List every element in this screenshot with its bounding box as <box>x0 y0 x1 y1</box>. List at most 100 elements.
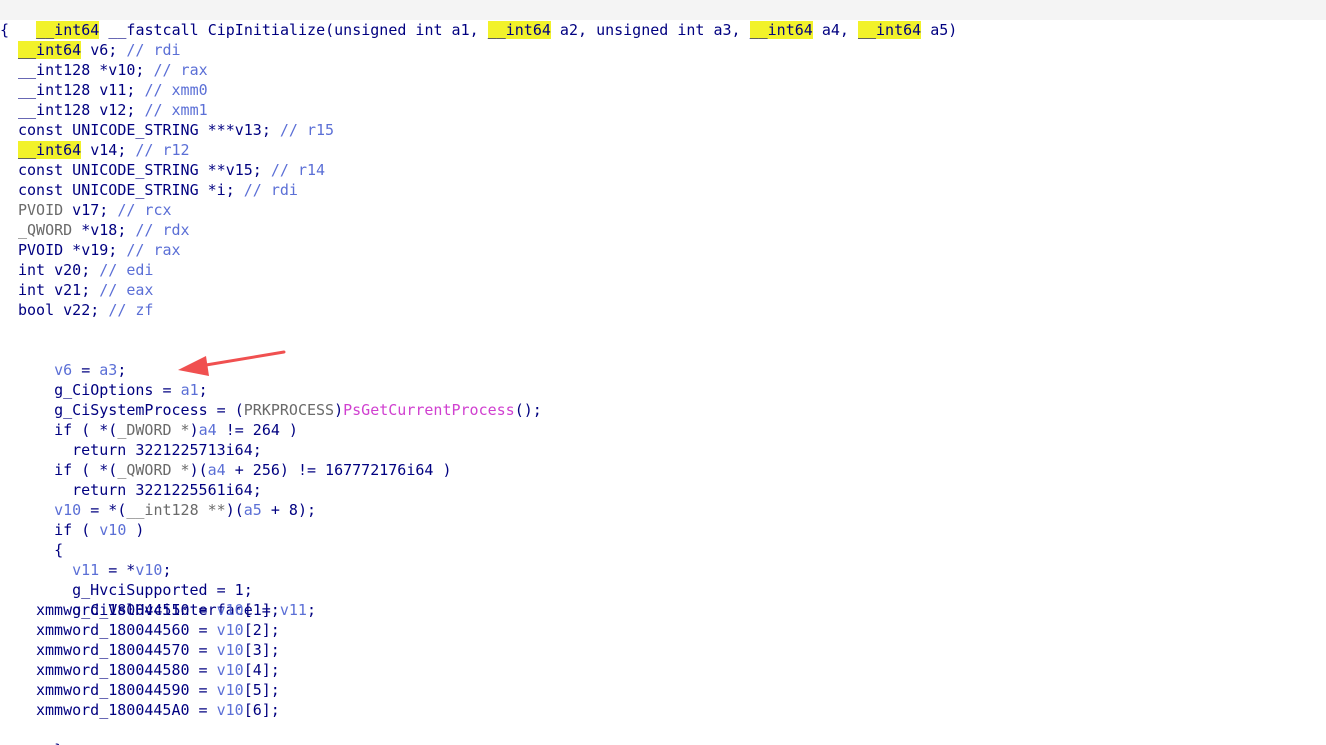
decl-variable[interactable]: v21; <box>45 281 99 299</box>
declaration-line[interactable]: PVOID v17; // rcx <box>0 200 1326 220</box>
decl-variable[interactable]: *i; <box>199 181 244 199</box>
declaration-line[interactable]: const UNICODE_STRING *i; // rdi <box>0 180 1326 200</box>
global-g-cioptions[interactable]: g_CiOptions <box>54 381 153 399</box>
decl-type[interactable]: __int64 <box>18 41 82 59</box>
declaration-line[interactable]: PVOID *v19; // rax <box>0 240 1326 260</box>
decl-type[interactable]: __int128 <box>18 101 90 119</box>
code-line[interactable]: v6 = a3; <box>0 340 1326 379</box>
decl-type[interactable]: __int128 <box>18 61 90 79</box>
decl-variable[interactable]: v11; <box>90 81 144 99</box>
decl-type[interactable]: PVOID <box>18 201 63 219</box>
global-g-hvcisupported[interactable]: g_HvciSupported = 1; <box>72 581 253 599</box>
return-type[interactable]: __int64 <box>36 21 100 39</box>
var-v10[interactable]: v10 <box>217 641 244 659</box>
declaration-line[interactable]: bool v22; // zf <box>0 300 1326 320</box>
var-a4[interactable]: a4 <box>208 461 226 479</box>
var-a1[interactable]: a1 <box>181 381 199 399</box>
call-parens: (); <box>514 401 542 419</box>
declaration-line[interactable]: __int128 *v10; // rax <box>0 60 1326 80</box>
function-name[interactable]: CipInitialize <box>208 21 325 39</box>
var-v10[interactable]: v10 <box>217 701 244 719</box>
var-v11[interactable]: v11 <box>72 561 99 579</box>
decl-type[interactable]: __int128 <box>18 81 90 99</box>
param-a3[interactable]: unsigned int a3, <box>596 21 750 39</box>
decl-variable[interactable]: v22; <box>54 301 108 319</box>
decl-variable[interactable]: v14; <box>81 141 135 159</box>
xmmword-global[interactable]: xmmword_180044560 <box>36 621 190 639</box>
type-cast[interactable]: _DWORD * <box>117 421 189 439</box>
declaration-line[interactable]: __int64 v14; // r12 <box>0 140 1326 160</box>
return-statement: return 3221225713i64; <box>72 441 262 459</box>
var-v10[interactable]: v10 <box>217 661 244 679</box>
declaration-line[interactable]: __int128 v12; // xmm1 <box>0 100 1326 120</box>
param-a5-name[interactable]: a5 <box>921 21 948 39</box>
param-a2-name[interactable]: a2, <box>551 21 596 39</box>
xmmword-line[interactable]: xmmword_1800445A0 = v10[6]; <box>0 700 1326 720</box>
xmmword-global[interactable]: xmmword_180044570 <box>36 641 190 659</box>
var-v10[interactable]: v10 <box>135 561 162 579</box>
var-v10[interactable]: v10 <box>217 681 244 699</box>
var-v10[interactable]: v10 <box>217 621 244 639</box>
var-a4[interactable]: a4 <box>199 421 217 439</box>
decl-variable[interactable]: v17; <box>63 201 117 219</box>
declaration-line[interactable]: const UNICODE_STRING ***v13; // r15 <box>0 120 1326 140</box>
var-v6[interactable]: v6 <box>54 361 72 379</box>
code-line[interactable]: g_HvciSupported = 1; <box>0 560 1326 599</box>
global-g-cisystemprocess[interactable]: g_CiSystemProcess <box>54 401 208 419</box>
param-a4-name[interactable]: a4, <box>813 21 858 39</box>
decl-variable[interactable]: v12; <box>90 101 144 119</box>
declaration-line[interactable]: __int128 v11; // xmm0 <box>0 80 1326 100</box>
decl-variable[interactable]: ***v13; <box>199 121 280 139</box>
type-cast[interactable]: _QWORD * <box>117 461 189 479</box>
param-a5-type[interactable]: __int64 <box>857 21 922 39</box>
decl-variable[interactable]: **v15; <box>199 161 271 179</box>
param-a2-type[interactable]: __int64 <box>487 21 551 39</box>
xmmword-global[interactable]: xmmword_1800445A0 <box>36 701 190 719</box>
decl-type[interactable]: int <box>18 261 45 279</box>
array-index: [5]; <box>243 681 280 699</box>
decl-variable[interactable]: v20; <box>45 261 99 279</box>
type-cast[interactable]: __int128 ** <box>126 501 225 519</box>
xmmword-line[interactable]: xmmword_180044560 = v10[2]; <box>0 620 1326 640</box>
decl-variable[interactable]: *v10; <box>90 61 153 79</box>
code-line-g-cioptions[interactable]: g_CiOptions = a1; <box>0 360 1326 399</box>
decl-variable[interactable]: v6; <box>81 41 126 59</box>
declaration-line[interactable]: __int64 v6; // rdi <box>0 40 1326 60</box>
declaration-line[interactable]: int v21; // eax <box>0 280 1326 300</box>
function-call-psgetcurrentprocess[interactable]: PsGetCurrentProcess <box>343 401 515 419</box>
declaration-line[interactable]: const UNICODE_STRING **v15; // r14 <box>0 160 1326 180</box>
declaration-line[interactable]: int v20; // edi <box>0 260 1326 280</box>
xmmword-line[interactable]: xmmword_180044590 = v10[5]; <box>0 680 1326 700</box>
decl-variable[interactable]: *v19; <box>63 241 126 259</box>
decl-type[interactable]: const UNICODE_STRING <box>18 181 199 199</box>
xmmword-line[interactable]: xmmword_180044570 = v10[3]; <box>0 640 1326 660</box>
var-v10[interactable]: v10 <box>54 501 81 519</box>
var-v10[interactable]: v10 <box>217 601 244 619</box>
decl-type[interactable]: int <box>18 281 45 299</box>
var-v11[interactable]: v11 <box>280 601 307 619</box>
type-cast[interactable]: PRKPROCESS <box>244 401 334 419</box>
var-a5[interactable]: a5 <box>244 501 262 519</box>
decl-type[interactable]: __int64 <box>18 141 82 159</box>
decl-type[interactable]: const UNICODE_STRING <box>18 161 199 179</box>
param-a4-type[interactable]: __int64 <box>749 21 813 39</box>
code-line[interactable]: v11 = *v10; <box>0 540 1326 579</box>
pseudocode-view[interactable]: __int64 __fastcall CipInitialize(unsigne… <box>0 0 1326 745</box>
decl-variable[interactable]: *v18; <box>72 221 135 239</box>
xmmword-global[interactable]: xmmword_180044550 <box>36 601 190 619</box>
xmmword-global[interactable]: xmmword_180044580 <box>36 661 190 679</box>
decl-type[interactable]: PVOID <box>18 241 63 259</box>
condition: + 256) != 167772176i64 ) <box>225 461 452 479</box>
xmmword-line[interactable]: xmmword_180044550 = v10[1]; <box>0 600 1326 620</box>
decl-type[interactable]: bool <box>18 301 54 319</box>
declaration-line[interactable]: _QWORD *v18; // rdx <box>0 220 1326 240</box>
xmmword-line[interactable]: xmmword_180044580 = v10[4]; <box>0 660 1326 680</box>
var-a3[interactable]: a3 <box>99 361 117 379</box>
var-v10[interactable]: v10 <box>99 521 126 539</box>
xmmword-global[interactable]: xmmword_180044590 <box>36 681 190 699</box>
decl-type[interactable]: const UNICODE_STRING <box>18 121 199 139</box>
decl-type[interactable]: _QWORD <box>18 221 72 239</box>
decl-register-comment: // rax <box>126 241 181 259</box>
param-a1[interactable]: unsigned int a1, <box>334 21 488 39</box>
function-signature[interactable]: __int64 __fastcall CipInitialize(unsigne… <box>0 0 1326 39</box>
